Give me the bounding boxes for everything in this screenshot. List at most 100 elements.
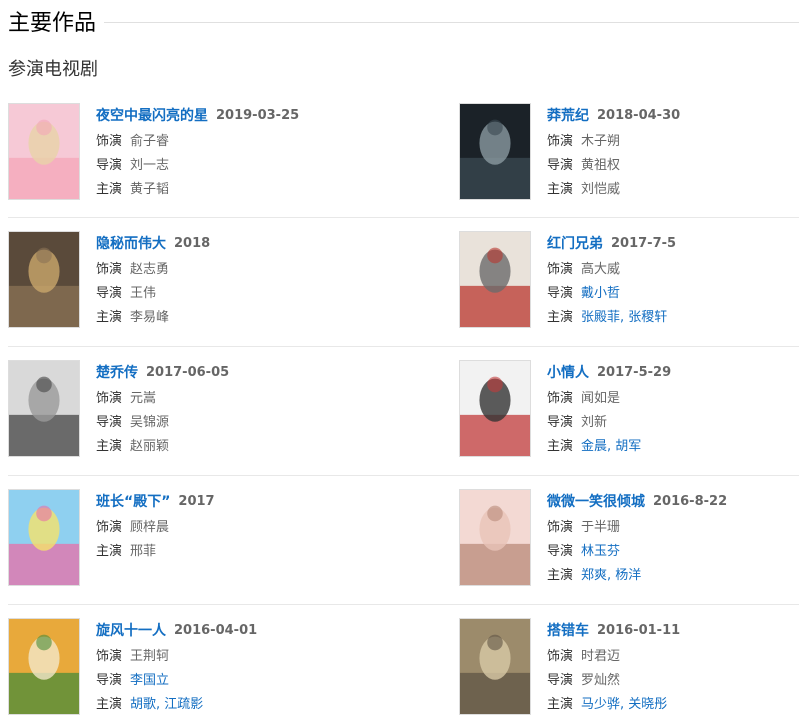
work-meta-row: 导演 戴小哲 <box>547 279 799 303</box>
work-poster[interactable] <box>8 103 80 200</box>
meta-value: 刘一志 <box>130 157 170 173</box>
work-item: 夜空中最闪亮的星 2019-03-25 饰演 俞子睿 导演 刘一志 主演 黄子韬 <box>8 103 448 203</box>
work-meta-row: 主演 郑爽, 杨洋 <box>547 561 799 585</box>
meta-value: 闻如是 <box>581 390 621 406</box>
meta-label: 导演 <box>96 157 123 173</box>
work-title-link[interactable]: 红门兄弟 <box>547 233 603 253</box>
work-title-link[interactable]: 小情人 <box>547 362 589 382</box>
meta-label: 饰演 <box>547 261 574 277</box>
meta-label: 主演 <box>547 696 574 712</box>
meta-value-link[interactable]: 李国立 <box>130 669 169 688</box>
meta-value: 高大威 <box>581 261 621 277</box>
meta-value: 吴锦源 <box>130 414 170 430</box>
meta-label: 主演 <box>547 181 574 197</box>
work-title-link[interactable]: 莽荒纪 <box>547 105 589 125</box>
work-poster[interactable] <box>8 618 80 715</box>
meta-value-link[interactable]: 戴小哲 <box>581 282 620 301</box>
work-poster[interactable] <box>459 103 531 200</box>
work-meta-row: 饰演 俞子睿 <box>96 127 436 151</box>
meta-value: 王伟 <box>130 285 157 301</box>
work-poster[interactable] <box>459 360 531 457</box>
work-meta-row: 主演 邢菲 <box>96 537 436 561</box>
work-date: 2017-7-5 <box>611 235 677 251</box>
meta-value-link[interactable]: 胡歌, 江疏影 <box>130 693 203 712</box>
work-meta-row: 导演 黄祖权 <box>547 151 799 175</box>
work-date: 2017-5-29 <box>597 364 672 380</box>
meta-label: 饰演 <box>96 133 123 149</box>
work-meta-row: 主演 赵丽颖 <box>96 432 436 456</box>
work-meta-row: 导演 王伟 <box>96 279 436 303</box>
work-date: 2016-01-11 <box>597 622 681 638</box>
work-info: 班长“殿下” 2017 饰演 顾梓晨 主演 邢菲 <box>96 489 436 561</box>
work-poster[interactable] <box>459 618 531 715</box>
work-date: 2017-06-05 <box>146 364 230 380</box>
work-meta-row: 主演 金晨, 胡军 <box>547 432 799 456</box>
section-header: 主要作品 <box>8 6 799 36</box>
work-item: 楚乔传 2017-06-05 饰演 元嵩 导演 吴锦源 主演 赵丽颖 <box>8 360 448 460</box>
work-date: 2018-04-30 <box>597 107 681 123</box>
meta-value: 元嵩 <box>130 390 157 406</box>
work-poster[interactable] <box>459 489 531 586</box>
works-row: 班长“殿下” 2017 饰演 顾梓晨 主演 邢菲 微微一笑很倾城 2016-8-22 饰演 于半珊… <box>8 476 799 605</box>
work-title-link[interactable]: 隐秘而伟大 <box>96 233 166 253</box>
meta-value: 王荆轲 <box>130 648 170 664</box>
meta-label: 导演 <box>547 414 574 430</box>
meta-label: 主演 <box>547 309 574 325</box>
work-title-line: 微微一笑很倾城 2016-8-22 <box>547 489 799 513</box>
work-meta-row: 导演 李国立 <box>96 666 436 690</box>
meta-value: 赵志勇 <box>130 261 170 277</box>
meta-label: 主演 <box>547 438 574 454</box>
work-poster[interactable] <box>8 360 80 457</box>
meta-label: 主演 <box>96 438 123 454</box>
work-title-link[interactable]: 旋风十一人 <box>96 620 166 640</box>
work-info: 红门兄弟 2017-7-5 饰演 高大威 导演 戴小哲 主演 张殿菲, 张稷轩 <box>547 231 799 327</box>
meta-label: 主演 <box>96 181 123 197</box>
meta-value: 邢菲 <box>130 543 157 559</box>
meta-value: 顾梓晨 <box>130 519 170 535</box>
work-title-line: 旋风十一人 2016-04-01 <box>96 618 436 642</box>
meta-label: 主演 <box>96 543 123 559</box>
works-grid: 夜空中最闪亮的星 2019-03-25 饰演 俞子睿 导演 刘一志 主演 黄子韬 莽荒纪 2018… <box>8 90 799 718</box>
meta-label: 导演 <box>96 414 123 430</box>
work-meta-row: 饰演 木子朔 <box>547 127 799 151</box>
works-row: 旋风十一人 2016-04-01 饰演 王荆轲 导演 李国立 主演 胡歌, 江疏影 搭错车 201… <box>8 605 799 718</box>
work-info: 楚乔传 2017-06-05 饰演 元嵩 导演 吴锦源 主演 赵丽颖 <box>96 360 436 456</box>
meta-label: 主演 <box>96 309 123 325</box>
work-poster[interactable] <box>459 231 531 328</box>
meta-value: 时君迈 <box>581 648 621 664</box>
meta-value-link[interactable]: 林玉芬 <box>581 540 620 559</box>
work-meta-row: 饰演 时君迈 <box>547 642 799 666</box>
meta-label: 导演 <box>96 672 123 688</box>
work-poster[interactable] <box>8 231 80 328</box>
work-meta-row: 主演 张殿菲, 张稷轩 <box>547 303 799 327</box>
meta-value-link[interactable]: 张殿菲, 张稷轩 <box>581 306 667 325</box>
work-title-link[interactable]: 楚乔传 <box>96 362 138 382</box>
work-title-link[interactable]: 搭错车 <box>547 620 589 640</box>
meta-value-link[interactable]: 郑爽, 杨洋 <box>581 564 641 583</box>
meta-label: 导演 <box>547 543 574 559</box>
meta-label: 导演 <box>547 285 574 301</box>
work-meta-row: 饰演 王荆轲 <box>96 642 436 666</box>
work-meta-row: 导演 吴锦源 <box>96 408 436 432</box>
meta-value: 黄祖权 <box>581 157 621 173</box>
meta-value-link[interactable]: 金晨, 胡军 <box>581 435 641 454</box>
meta-value: 赵丽颖 <box>130 438 170 454</box>
work-item: 小情人 2017-5-29 饰演 闻如是 导演 刘新 主演 金晨, 胡军 <box>459 360 799 460</box>
work-meta-row: 饰演 元嵩 <box>96 384 436 408</box>
work-poster[interactable] <box>8 489 80 586</box>
work-item: 旋风十一人 2016-04-01 饰演 王荆轲 导演 李国立 主演 胡歌, 江疏影 <box>8 618 448 718</box>
work-info: 莽荒纪 2018-04-30 饰演 木子朔 导演 黄祖权主演 刘恺威 <box>547 103 799 199</box>
work-meta-row: 主演 胡歌, 江疏影 <box>96 690 436 714</box>
work-info: 隐秘而伟大 2018 饰演 赵志勇 导演 王伟 主演 李易峰 <box>96 231 436 327</box>
meta-label: 主演 <box>547 567 574 583</box>
meta-value: 刘新 <box>581 414 608 430</box>
work-title-link[interactable]: 微微一笑很倾城 <box>547 491 645 511</box>
meta-label: 饰演 <box>96 261 123 277</box>
work-meta-row: 导演 刘新 <box>547 408 799 432</box>
meta-value: 刘恺威 <box>581 181 621 197</box>
subsection-title: 参演电视剧 <box>8 59 98 80</box>
work-title-link[interactable]: 班长“殿下” <box>96 491 170 511</box>
meta-value-link[interactable]: 马少骅, 关晓彤 <box>581 693 667 712</box>
work-title-link[interactable]: 夜空中最闪亮的星 <box>96 105 208 125</box>
meta-value: 俞子睿 <box>130 133 170 149</box>
